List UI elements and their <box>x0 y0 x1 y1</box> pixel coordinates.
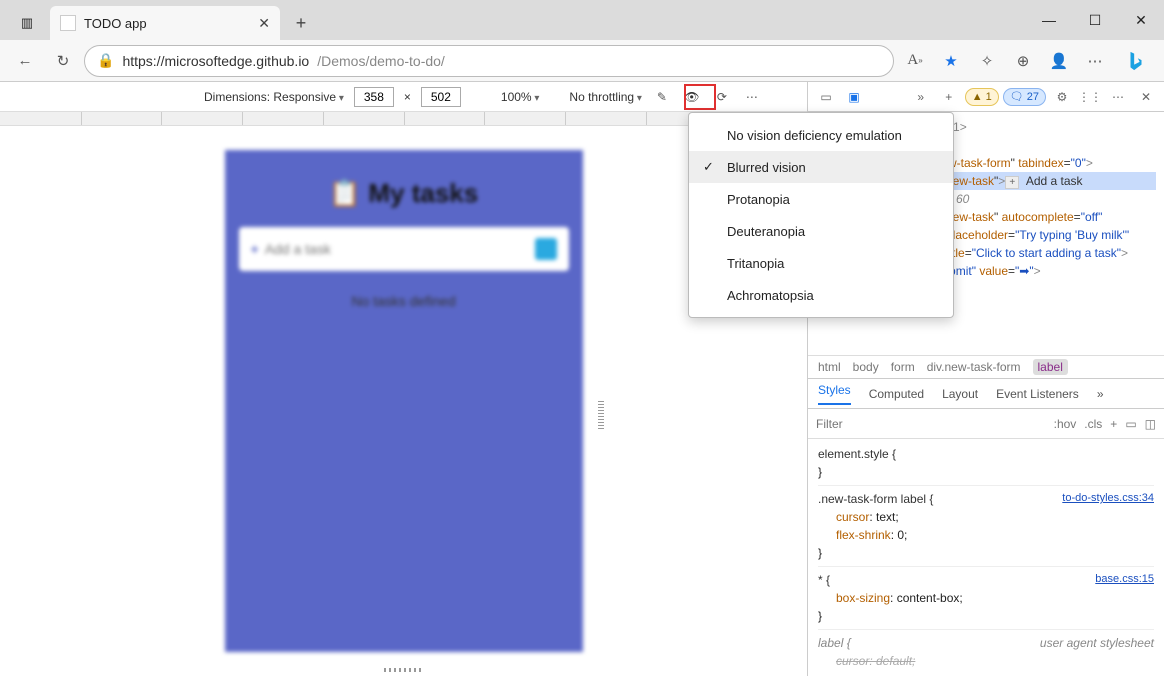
favorite-icon[interactable]: ★ <box>934 44 968 78</box>
titlebar: ▥ TODO app ✕ + — ☐ ✕ <box>0 0 1164 40</box>
bc-div[interactable]: div.new-task-form <box>927 360 1021 374</box>
css-rules[interactable]: element.style { } .new-task-form label {… <box>808 439 1164 676</box>
more-icon[interactable]: ⋯ <box>1078 44 1112 78</box>
vision-item-none[interactable]: No vision deficiency emulation <box>689 119 953 151</box>
toggle-layout-icon[interactable]: ◫ <box>1145 417 1156 431</box>
styles-filter-input[interactable] <box>816 417 1046 431</box>
bing-icon[interactable] <box>1116 41 1156 81</box>
app-title: My tasks <box>225 150 583 227</box>
close-devtools-icon[interactable]: ✕ <box>1134 85 1158 109</box>
more-icon[interactable]: ⋯ <box>1106 85 1130 109</box>
tab-styles[interactable]: Styles <box>818 383 851 405</box>
height-input[interactable] <box>421 87 461 107</box>
reading-mode-icon[interactable]: A» <box>898 44 932 78</box>
empty-state: No tasks defined <box>225 293 583 309</box>
favicon-icon <box>60 15 76 31</box>
url-host: https://microsoftedge.github.io <box>122 53 309 69</box>
more-device-icon[interactable]: ⋯ <box>742 87 762 107</box>
vision-item-deuteranopia[interactable]: Deuteranopia <box>689 215 953 247</box>
profile-icon[interactable]: 👤 <box>1042 44 1076 78</box>
vision-deficiency-icon[interactable]: 👁 <box>682 87 702 107</box>
close-tab-icon[interactable]: ✕ <box>258 15 270 32</box>
check-icon: ✓ <box>703 159 714 175</box>
settings-icon[interactable]: ⚙ <box>1050 85 1074 109</box>
bc-form[interactable]: form <box>891 360 915 374</box>
styles-tabs: Styles Computed Layout Event Listeners » <box>808 379 1164 409</box>
device-frame: My tasks Add a task No tasks defined <box>225 150 583 652</box>
maximize-button[interactable]: ☐ <box>1072 0 1118 40</box>
more-styles-tabs-icon[interactable]: » <box>1097 387 1104 401</box>
width-input[interactable] <box>354 87 394 107</box>
add-task-placeholder: Add a task <box>265 241 331 257</box>
more-tabs-icon[interactable]: » <box>909 85 933 109</box>
vision-item-blurred[interactable]: ✓Blurred vision <box>689 151 953 183</box>
throttling-dropdown[interactable]: No throttling <box>569 90 642 104</box>
new-style-icon[interactable]: + <box>1110 417 1117 431</box>
device-toolbar: Dimensions: Responsive × 100% No throttl… <box>0 82 807 112</box>
vision-item-achromatopsia[interactable]: Achromatopsia <box>689 279 953 311</box>
tab-listeners[interactable]: Event Listeners <box>996 387 1079 401</box>
tab-title: TODO app <box>84 16 147 31</box>
vision-item-tritanopia[interactable]: Tritanopia <box>689 247 953 279</box>
bc-body[interactable]: body <box>853 360 879 374</box>
tab-layout[interactable]: Layout <box>942 387 978 401</box>
eyedropper-icon[interactable]: ✎ <box>652 87 672 107</box>
bc-html[interactable]: html <box>818 360 841 374</box>
dim-x: × <box>404 90 411 104</box>
breadcrumbs[interactable]: html body form div.new-task-form label <box>808 355 1164 379</box>
viewport: My tasks Add a task No tasks defined <box>0 126 807 676</box>
zoom-dropdown[interactable]: 100% <box>501 90 540 104</box>
tab-actions-icon[interactable]: ▥ <box>10 6 44 40</box>
computed-sidebar-icon[interactable]: ▭ <box>1125 417 1136 431</box>
ruler <box>0 112 807 126</box>
resize-handle-bottom[interactable] <box>384 668 424 672</box>
device-pane: Dimensions: Responsive × 100% No throttl… <box>0 82 808 676</box>
styles-filter-row: :hov .cls + ▭ ◫ <box>808 409 1164 439</box>
address-bar: ← ↻ 🔒 https://microsoftedge.github.io/De… <box>0 40 1164 82</box>
browser-tab[interactable]: TODO app ✕ <box>50 6 280 40</box>
rotate-icon[interactable]: ⟳ <box>712 87 732 107</box>
warnings-badge[interactable]: ▲ 1 <box>965 88 999 106</box>
vision-item-protanopia[interactable]: Protanopia <box>689 183 953 215</box>
back-button[interactable]: ← <box>8 44 42 78</box>
bc-label[interactable]: label <box>1033 359 1068 375</box>
submit-icon[interactable] <box>535 238 557 260</box>
add-task-input[interactable]: Add a task <box>239 227 569 271</box>
rule2-link[interactable]: base.css:15 <box>1095 571 1154 588</box>
omnibox[interactable]: 🔒 https://microsoftedge.github.io/Demos/… <box>84 45 894 77</box>
dimensions-dropdown[interactable]: Dimensions: Responsive <box>204 90 344 104</box>
devtools-tabs: ▭ ▣ » + ▲ 1 🗨 27 ⚙ ⋮⋮ ⋯ ✕ <box>808 82 1164 112</box>
rule1-link[interactable]: to-do-styles.css:34 <box>1062 490 1154 507</box>
extensions-icon[interactable]: ✧ <box>970 44 1004 78</box>
new-tab-button[interactable]: + <box>286 8 316 38</box>
minimize-button[interactable]: — <box>1026 0 1072 40</box>
issues-badge[interactable]: 🗨 27 <box>1003 88 1046 106</box>
tab-computed[interactable]: Computed <box>869 387 924 401</box>
device-toggle-icon[interactable]: ▣ <box>842 85 866 109</box>
vision-menu: No vision deficiency emulation ✓Blurred … <box>688 112 954 318</box>
resize-handle-right[interactable] <box>598 401 604 431</box>
close-window-button[interactable]: ✕ <box>1118 0 1164 40</box>
refresh-button[interactable]: ↻ <box>46 44 80 78</box>
customize-icon[interactable]: ⋮⋮ <box>1078 85 1102 109</box>
inspect-icon[interactable]: ▭ <box>814 85 838 109</box>
lock-icon: 🔒 <box>97 52 114 69</box>
cls-toggle[interactable]: .cls <box>1084 417 1102 431</box>
url-path: /Demos/demo-to-do/ <box>317 53 445 69</box>
new-tab-icon[interactable]: + <box>937 85 961 109</box>
hov-toggle[interactable]: :hov <box>1054 417 1077 431</box>
collections-icon[interactable]: ⊕ <box>1006 44 1040 78</box>
